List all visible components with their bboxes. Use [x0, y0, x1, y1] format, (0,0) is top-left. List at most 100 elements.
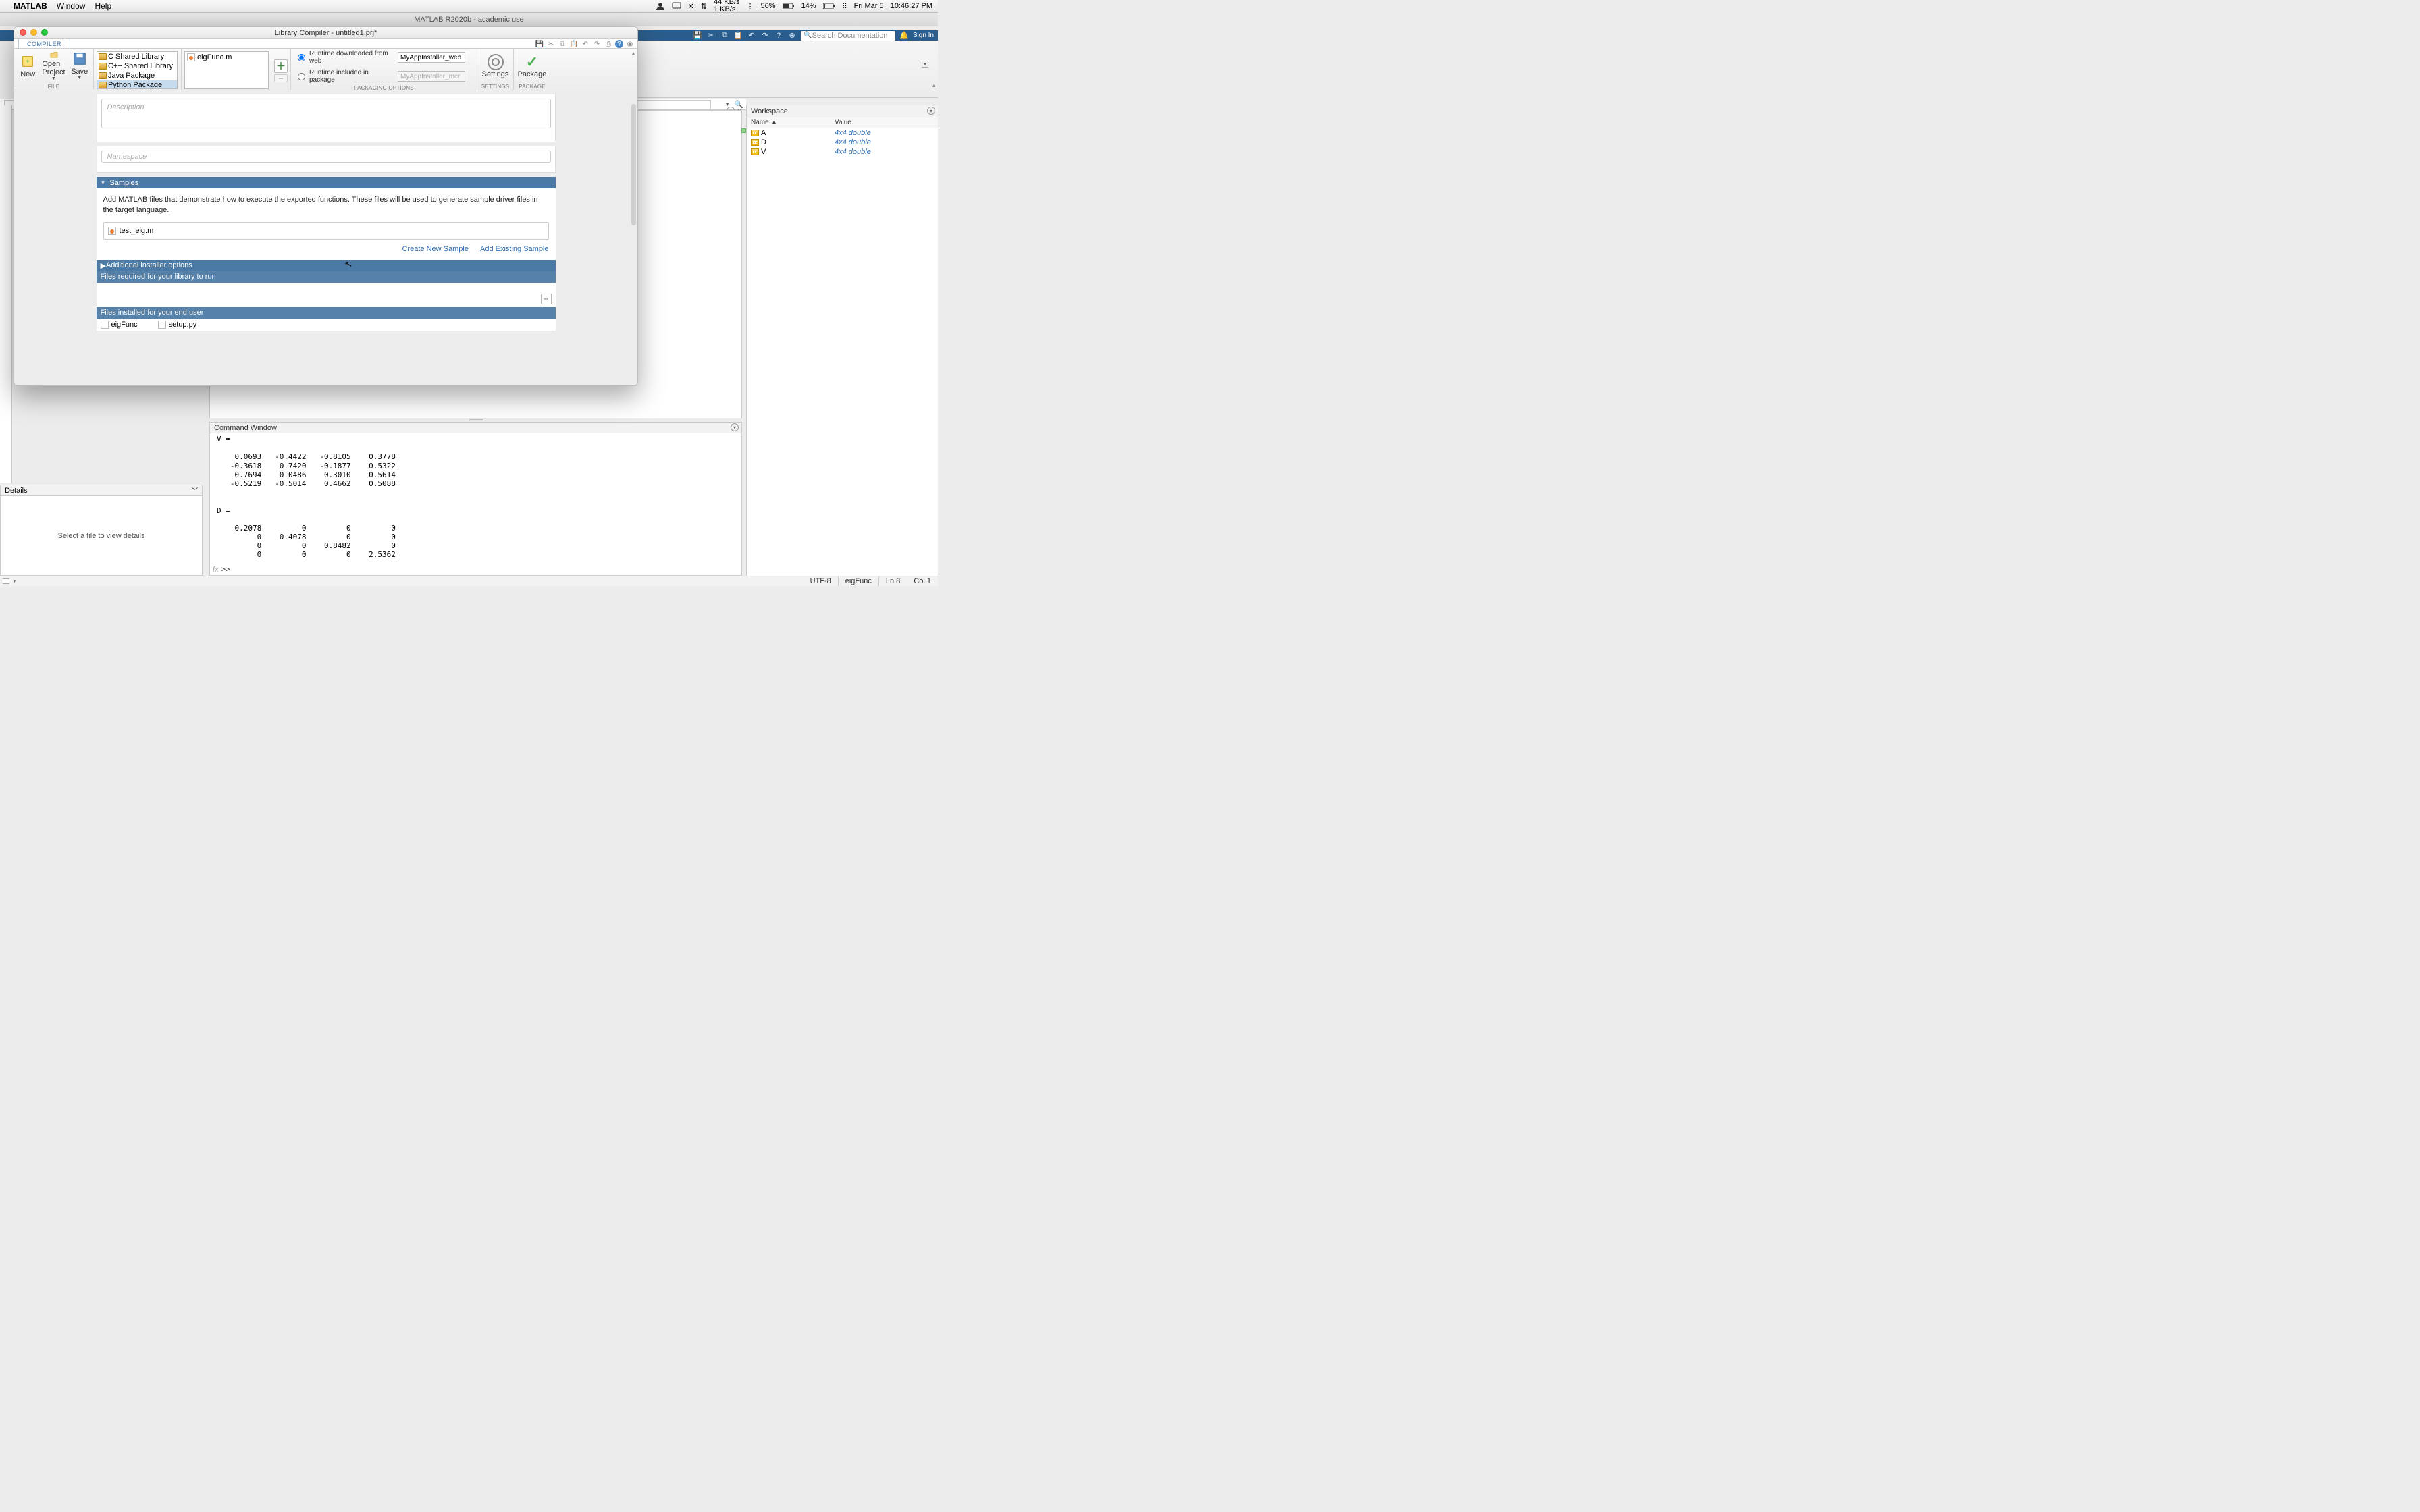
battery2-icon[interactable] [823, 2, 835, 10]
required-files-header[interactable]: Files required for your library to run [97, 271, 556, 283]
redo-icon[interactable]: ↷ [760, 31, 770, 40]
qat-more-icon[interactable]: ◉ [625, 40, 635, 48]
qat-redo-icon[interactable]: ↷ [592, 40, 602, 48]
installed-file[interactable]: eigFunc [101, 321, 138, 329]
description-field[interactable]: Description [101, 99, 551, 128]
window-menu[interactable]: Window [57, 1, 86, 11]
add-exported-button[interactable]: ＋ [274, 59, 288, 73]
menubar-date[interactable]: Fri Mar 5 [854, 2, 884, 10]
zoom-window-icon[interactable] [41, 29, 48, 36]
list-item[interactable]: Java Package [97, 71, 177, 80]
qat-copy-icon[interactable]: ⧉ [558, 40, 567, 48]
settings-button[interactable]: Settings [480, 50, 510, 82]
col-value[interactable]: Value [831, 117, 938, 128]
tools-icon[interactable]: ✕ [688, 2, 694, 11]
bluetooth-icon[interactable]: ⋮ [747, 2, 754, 11]
minimize-window-icon[interactable] [30, 29, 37, 36]
save-icon[interactable]: 💾 [693, 31, 702, 40]
web-installer-name[interactable] [398, 52, 465, 63]
required-files-box[interactable]: + [97, 283, 556, 307]
qat-help-icon[interactable]: ? [615, 40, 623, 48]
qat-print-icon[interactable]: ⎙ [604, 40, 613, 48]
net-icon[interactable]: ⇅ [701, 2, 707, 11]
signin-link[interactable]: Sign In [913, 32, 934, 39]
package-button[interactable]: ✓Package [517, 50, 548, 82]
qat-undo-icon[interactable]: ↶ [581, 40, 590, 48]
sample-file-row[interactable]: test_eig.m [103, 222, 549, 240]
samples-section: Add MATLAB files that demonstrate how to… [97, 188, 556, 260]
col-name[interactable]: Name ▲ [747, 117, 831, 128]
display-icon[interactable] [672, 2, 681, 10]
undo-icon[interactable]: ↶ [747, 31, 756, 40]
installed-files-header[interactable]: Files installed for your end user [97, 307, 556, 319]
status-dropdown-icon[interactable]: ▼ [12, 579, 17, 584]
installed-file[interactable]: setup.py [158, 321, 197, 329]
compiler-titlebar[interactable]: Library Compiler - untitled1.prj* [14, 27, 637, 39]
notif-icon[interactable]: 🔔 [899, 31, 909, 40]
details-chevron-icon[interactable]: ﹀ [192, 486, 198, 495]
table-row[interactable]: A4x4 double [747, 128, 938, 138]
svg-text:+: + [26, 59, 30, 66]
list-item[interactable]: C++ Shared Library [97, 61, 177, 71]
addon-icon[interactable]: ⊕ [787, 31, 797, 40]
create-new-sample-link[interactable]: Create New Sample [402, 245, 469, 253]
details-panel: Details﹀ Select a file to view details [0, 485, 203, 576]
samples-section-header[interactable]: ▼Samples [97, 177, 556, 188]
qat-save-icon[interactable]: 💾 [535, 40, 544, 48]
list-item[interactable]: C Shared Library [97, 52, 177, 61]
qat-paste-icon[interactable]: 📋 [569, 40, 579, 48]
save-button[interactable]: Save▼ [69, 50, 91, 82]
status-bar: ▼ UTF-8 eigFunc Ln 8 Col 1 [0, 576, 938, 586]
tab-compiler[interactable]: COMPILER [18, 38, 70, 48]
battery1-icon[interactable] [783, 2, 795, 10]
table-row[interactable]: D4x4 double [747, 138, 938, 147]
cmdwin-actions-icon[interactable]: ▾ [731, 423, 739, 431]
qat-cut-icon[interactable]: ✂ [546, 40, 556, 48]
scrollbar-thumb[interactable] [631, 104, 636, 225]
toolstrip-dropdown[interactable]: ▾ [922, 61, 928, 68]
runtime-web-radio[interactable] [298, 54, 305, 61]
paste-icon[interactable]: 📋 [733, 31, 743, 40]
window-controls [20, 29, 48, 36]
details-message: Select a file to view details [1, 496, 202, 575]
type-list[interactable]: C Shared Library C++ Shared Library Java… [97, 51, 178, 89]
app-menu[interactable]: MATLAB [14, 1, 47, 11]
code-analyzer-indicator [741, 128, 746, 133]
battery2-pct: 14% [801, 2, 816, 10]
remove-exported-button[interactable]: − [274, 74, 288, 82]
cut-icon[interactable]: ✂ [706, 31, 716, 40]
workspace-title: Workspace [751, 107, 788, 115]
toolstrip-collapse[interactable]: ▴ [932, 82, 935, 88]
installer-options-header[interactable]: ▶Additional installer options [97, 260, 556, 271]
help-menu[interactable]: Help [95, 1, 111, 11]
command-window[interactable]: Command Window▾ V = 0.0693 -0.4422 -0.81… [209, 422, 742, 576]
exported-functions-list[interactable]: eigFunc.m [184, 51, 269, 89]
busy-indicator [3, 578, 9, 584]
compiler-form-scroll[interactable]: Description Namespace ▼Samples Add MATLA… [14, 90, 637, 385]
mfile-icon [108, 227, 116, 235]
user-icon[interactable] [656, 2, 665, 10]
check-icon: ✓ [524, 54, 540, 70]
copy-icon[interactable]: ⧉ [720, 31, 729, 40]
list-item[interactable]: Python Package [97, 80, 177, 89]
menubar-time[interactable]: 10:46:27 PM [891, 2, 932, 10]
mac-menubar: MATLAB Window Help ✕ ⇅ 44 KB/s1 KB/s ⋮ 5… [0, 0, 938, 13]
new-button[interactable]: + New [17, 50, 39, 82]
table-row[interactable]: V4x4 double [747, 147, 938, 157]
runtime-included-radio[interactable] [298, 73, 305, 80]
open-project-button[interactable]: Open Project▼ [42, 50, 66, 82]
lib-icon [99, 82, 107, 88]
namespace-field[interactable]: Namespace [101, 151, 551, 163]
close-window-icon[interactable] [20, 29, 26, 36]
exported-file[interactable]: eigFunc.m [185, 52, 268, 63]
control-center-icon[interactable]: ⠿ [842, 2, 847, 11]
add-required-file-button[interactable]: + [541, 294, 552, 304]
add-existing-sample-link[interactable]: Add Existing Sample [480, 245, 549, 253]
workspace-actions-icon[interactable]: ▾ [927, 107, 935, 115]
toolstrip-collapse-icon[interactable]: ▴ [632, 50, 635, 56]
doc-search[interactable]: 🔍 Search Documentation [801, 31, 895, 40]
command-prompt[interactable]: fx>> [213, 565, 230, 574]
doc-icon[interactable]: ? [774, 31, 783, 40]
disclosure-down-icon: ▼ [101, 180, 106, 186]
disclosure-right-icon: ▶ [101, 261, 106, 270]
